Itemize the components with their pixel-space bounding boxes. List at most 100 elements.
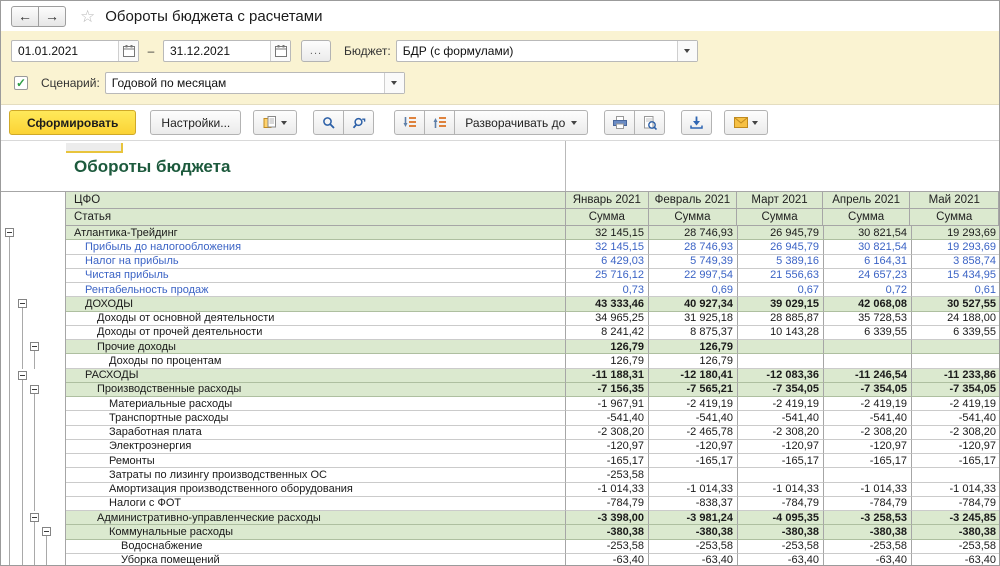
row-value[interactable]: -3 981,24 — [649, 511, 738, 525]
row-value[interactable]: 39 029,15 — [738, 297, 824, 311]
row-value[interactable]: -1 014,33 — [649, 483, 738, 497]
row-value[interactable]: -7 565,21 — [649, 383, 738, 397]
row-value[interactable]: -12 180,41 — [649, 369, 738, 383]
row-value[interactable]: 3 858,74 — [912, 255, 999, 269]
row-value[interactable] — [649, 468, 738, 482]
grouping-header-cell[interactable] — [66, 143, 123, 153]
row-label[interactable]: Заработная плата — [66, 426, 566, 440]
preview-button[interactable] — [634, 110, 665, 135]
collapse-toggle-icon[interactable] — [18, 371, 27, 380]
report-row[interactable]: Транспортные расходы-541,40-541,40-541,4… — [1, 411, 999, 425]
row-value[interactable]: 30 821,54 — [824, 226, 912, 240]
row-value[interactable]: -120,97 — [649, 440, 738, 454]
row-value[interactable]: -63,40 — [649, 554, 738, 565]
row-value[interactable]: -2 419,19 — [649, 397, 738, 411]
row-value[interactable]: -1 014,33 — [824, 483, 912, 497]
row-value[interactable]: -2 419,19 — [738, 397, 824, 411]
report-row[interactable]: Рентабельность продаж0,730,690,670,720,6… — [1, 283, 999, 297]
row-value[interactable]: -11 233,86 — [912, 369, 999, 383]
row-label[interactable]: Административно-управленческие расходы — [66, 511, 566, 525]
row-value[interactable]: 30 527,55 — [912, 297, 999, 311]
scenario-dropdown-button[interactable] — [384, 73, 404, 93]
collapse-toggle-icon[interactable] — [5, 228, 14, 237]
scenario-combo[interactable]: Годовой по месяцам — [105, 72, 405, 94]
row-value[interactable]: 25 716,12 — [566, 269, 649, 283]
row-label[interactable]: Доходы по процентам — [66, 354, 566, 368]
row-value[interactable]: 6 339,55 — [912, 326, 999, 340]
generate-button[interactable]: Сформировать — [9, 110, 136, 135]
row-value[interactable]: -2 465,78 — [649, 426, 738, 440]
article-header[interactable]: Статья — [66, 209, 566, 226]
collapse-toggle-icon[interactable] — [18, 299, 27, 308]
collapse-toggle-icon[interactable] — [30, 385, 39, 394]
settings-button[interactable]: Настройки... — [150, 110, 241, 135]
report-row[interactable]: Налоги с ФОТ-784,79-838,37-784,79-784,79… — [1, 497, 999, 511]
row-value[interactable]: -3 245,85 — [912, 511, 999, 525]
amount-header[interactable]: Сумма — [823, 209, 911, 226]
report-row[interactable]: Электроэнергия-120,97-120,97-120,97-120,… — [1, 440, 999, 454]
row-value[interactable]: -7 354,05 — [824, 383, 912, 397]
row-label[interactable]: Затраты по лизингу производственных ОС — [66, 468, 566, 482]
date-from-value[interactable]: 01.01.2021 — [12, 44, 118, 58]
row-value[interactable] — [912, 340, 999, 354]
row-value[interactable]: 6 164,31 — [824, 255, 912, 269]
row-value[interactable]: -2 419,19 — [824, 397, 912, 411]
scenario-checkbox[interactable]: ✓ — [14, 76, 28, 90]
row-value[interactable]: 40 927,34 — [649, 297, 738, 311]
row-value[interactable]: -165,17 — [566, 454, 649, 468]
row-label[interactable]: Рентабельность продаж — [66, 283, 566, 297]
row-value[interactable] — [738, 354, 824, 368]
report-row[interactable]: Водоснабжение-253,58-253,58-253,58-253,5… — [1, 540, 999, 554]
row-value[interactable]: -380,38 — [912, 525, 999, 539]
report-row[interactable]: Коммунальные расходы-380,38-380,38-380,3… — [1, 525, 999, 539]
report-row[interactable]: ДОХОДЫ43 333,4640 927,3439 029,1542 068,… — [1, 297, 999, 311]
row-value[interactable]: 21 556,63 — [738, 269, 824, 283]
row-value[interactable]: -4 095,35 — [738, 511, 824, 525]
month-header[interactable]: Февраль 2021 — [649, 192, 738, 209]
budget-value[interactable]: БДР (с формулами) — [397, 44, 677, 58]
row-value[interactable]: -1 967,91 — [566, 397, 649, 411]
row-value[interactable]: 22 997,54 — [649, 269, 738, 283]
report-row[interactable]: Чистая прибыль25 716,1222 997,5421 556,6… — [1, 269, 999, 283]
print-button[interactable] — [604, 110, 635, 135]
row-value[interactable]: 32 145,15 — [566, 240, 649, 254]
report-row[interactable]: Прочие доходы126,79126,79 — [1, 340, 999, 354]
row-value[interactable]: -3 398,00 — [566, 511, 649, 525]
row-value[interactable]: 34 965,25 — [566, 312, 649, 326]
row-value[interactable]: -165,17 — [824, 454, 912, 468]
row-value[interactable]: 28 885,87 — [738, 312, 824, 326]
search-button[interactable] — [313, 110, 344, 135]
report-row[interactable]: Материальные расходы-1 967,91-2 419,19-2… — [1, 397, 999, 411]
forward-button[interactable]: → — [38, 6, 66, 27]
row-value[interactable]: -784,79 — [912, 497, 999, 511]
row-label[interactable]: Налоги с ФОТ — [66, 497, 566, 511]
row-value[interactable]: -380,38 — [566, 525, 649, 539]
row-value[interactable]: -2 308,20 — [912, 426, 999, 440]
report-row[interactable]: Затраты по лизингу производственных ОС-2… — [1, 468, 999, 482]
row-value[interactable]: 26 945,79 — [738, 226, 824, 240]
budget-combo[interactable]: БДР (с формулами) — [396, 40, 698, 62]
row-label[interactable]: Водоснабжение — [66, 540, 566, 554]
row-value[interactable]: -11 188,31 — [566, 369, 649, 383]
row-value[interactable]: 31 925,18 — [649, 312, 738, 326]
amount-header[interactable]: Сумма — [737, 209, 823, 226]
row-value[interactable]: 0,69 — [649, 283, 738, 297]
row-value[interactable]: 26 945,79 — [738, 240, 824, 254]
row-value[interactable]: -63,40 — [912, 554, 999, 565]
calendar-icon[interactable] — [270, 41, 290, 61]
row-label[interactable]: Производственные расходы — [66, 383, 566, 397]
row-value[interactable]: 0,73 — [566, 283, 649, 297]
row-label[interactable]: Прибыль до налогообложения — [66, 240, 566, 254]
report-row[interactable]: Прибыль до налогообложения32 145,1528 74… — [1, 240, 999, 254]
row-value[interactable] — [912, 354, 999, 368]
report-row[interactable]: Доходы от основной деятельности34 965,25… — [1, 312, 999, 326]
row-label[interactable]: Атлантика-Трейдинг — [66, 226, 566, 240]
period-more-button[interactable]: ... — [301, 40, 331, 62]
row-label[interactable]: Амортизация производственного оборудован… — [66, 483, 566, 497]
row-label[interactable]: Ремонты — [66, 454, 566, 468]
row-value[interactable]: -2 308,20 — [824, 426, 912, 440]
date-from-field[interactable]: 01.01.2021 — [11, 40, 139, 62]
report-row[interactable]: Административно-управленческие расходы-3… — [1, 511, 999, 525]
row-value[interactable]: 24 188,00 — [912, 312, 999, 326]
row-value[interactable]: 0,72 — [824, 283, 912, 297]
